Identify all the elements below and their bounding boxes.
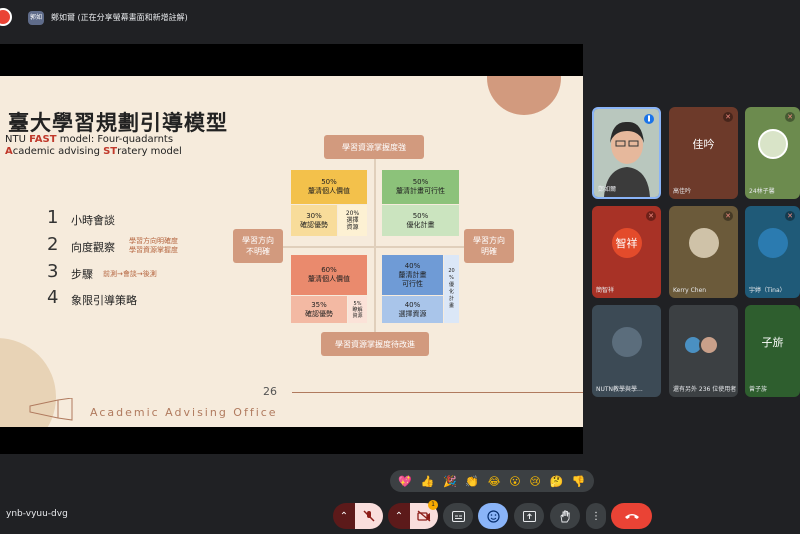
reaction-bar: 💖 👍 🎉 👏 😂 😮 😢 🤔 👎 bbox=[390, 470, 594, 492]
footer-divider bbox=[292, 392, 583, 393]
participant-name: 24林子馨 bbox=[749, 188, 775, 195]
participant-avatar bbox=[757, 227, 788, 258]
quadrant-br-sub: 40% 選擇資源 bbox=[382, 296, 443, 323]
participant-avatar bbox=[688, 227, 719, 258]
participant-name: 高佳吟 bbox=[673, 188, 692, 195]
others-count: 還有另外 236 位使用者 bbox=[673, 386, 737, 393]
end-call-icon bbox=[624, 514, 639, 519]
reaction-sparkling-heart[interactable]: 💖 bbox=[398, 475, 412, 488]
notification-badge: 1 bbox=[428, 500, 438, 510]
participant-tile[interactable]: ✕ 佳吟 高佳吟 bbox=[669, 107, 738, 199]
participant-avatar bbox=[611, 326, 642, 357]
mic-off-icon bbox=[363, 510, 375, 522]
participant-tile[interactable]: ✕ 宇婷（Tina） bbox=[745, 206, 800, 298]
reaction-thumbs-down[interactable]: 👎 bbox=[572, 475, 586, 488]
presentation-slide: 臺大學習規劃引導模型 NTU FAST model: Four-quadarnt… bbox=[0, 76, 583, 427]
meet-window: 郭如 鄭如爾 (正在分享螢幕畫面和新增註解) 臺大學習規劃引導模型 NTU FA… bbox=[0, 0, 800, 534]
video-options-button[interactable]: ⌃ bbox=[388, 503, 410, 529]
reaction-thumbs-up[interactable]: 👍 bbox=[421, 475, 435, 488]
presenter-avatar: 郭如 bbox=[28, 11, 44, 25]
megaphone-icon bbox=[29, 398, 73, 421]
participant-avatar: 子旂 bbox=[761, 335, 784, 349]
speaking-icon: ❚ bbox=[644, 114, 654, 124]
participant-name: 曾子旂 bbox=[749, 386, 768, 393]
participant-tile[interactable]: 子旂 曾子旂 bbox=[745, 305, 800, 397]
participant-tile[interactable]: ✕ 智祥 簡智祥 bbox=[592, 206, 661, 298]
horizontal-axis bbox=[258, 246, 478, 248]
participant-name: 宇婷（Tina） bbox=[749, 287, 786, 294]
participant-tile[interactable]: ✕ Kerry Chen bbox=[669, 206, 738, 298]
participant-avatar: 佳吟 bbox=[692, 137, 715, 151]
camera-off-icon bbox=[417, 510, 431, 522]
reaction-party[interactable]: 🎉 bbox=[443, 475, 457, 488]
quadrant-bl-main: 60% 釐清個人價值 bbox=[291, 255, 367, 295]
axis-label-top: 學習資源掌握度強 bbox=[324, 135, 424, 159]
captions-icon bbox=[451, 510, 465, 522]
slide-subtitle: Academic advising STratery model bbox=[5, 146, 182, 157]
footer-text: Academic Advising Office bbox=[90, 406, 278, 419]
mic-off-icon: ✕ bbox=[785, 112, 795, 122]
participant-avatar bbox=[757, 128, 788, 159]
axis-label-left: 學習方向 不明確 bbox=[233, 229, 283, 263]
hand-icon bbox=[560, 510, 570, 522]
reaction-clap[interactable]: 👏 bbox=[465, 475, 479, 488]
page-number: 26 bbox=[263, 385, 277, 398]
mic-off-icon: ✕ bbox=[723, 211, 733, 221]
axis-label-bottom: 學習資源掌握度待改進 bbox=[321, 332, 429, 356]
reaction-thinking[interactable]: 🤔 bbox=[550, 475, 564, 488]
reaction-surprised[interactable]: 😮 bbox=[509, 475, 520, 488]
top-banner: 郭如 鄭如爾 (正在分享螢幕畫面和新增註解) bbox=[0, 0, 800, 36]
quadrant-tr-main: 50% 釐清計畫可行性 bbox=[382, 170, 459, 204]
slide-title: 臺大學習規劃引導模型 bbox=[8, 111, 228, 135]
audio-options-button[interactable]: ⌃ bbox=[333, 503, 355, 529]
participant-group-tile[interactable]: 還有另外 236 位使用者 bbox=[669, 305, 738, 397]
quadrant-br-sub: 20 % 優 化 計 畫 bbox=[444, 255, 459, 323]
present-button[interactable] bbox=[514, 503, 544, 529]
decorative-circle bbox=[487, 76, 561, 115]
mic-toggle-button[interactable] bbox=[355, 503, 383, 529]
participant-tile[interactable]: ✕ 24林子馨 bbox=[745, 107, 800, 199]
participant-tile[interactable]: NUTN教學與學... bbox=[592, 305, 661, 397]
participant-name: 鄭如爾 bbox=[598, 186, 617, 193]
participant-tile[interactable]: ❚ 鄭如爾 bbox=[592, 107, 661, 199]
quadrant-bl-sub: 5% 瞭解 資源 bbox=[348, 296, 367, 323]
meeting-code: ynb-vyuu-dvg bbox=[6, 509, 68, 519]
slide-subtitle: NTU FAST model: Four-quadarnts bbox=[5, 134, 174, 145]
quadrant-bl-sub: 35% 確認優勢 bbox=[291, 296, 347, 323]
quadrant-tr-sub: 50% 優化計畫 bbox=[382, 205, 459, 236]
present-screen-icon bbox=[522, 510, 536, 522]
reactions-button[interactable] bbox=[478, 503, 508, 529]
presenting-status: 鄭如爾 (正在分享螢幕畫面和新增註解) bbox=[51, 13, 188, 22]
mic-off-icon: ✕ bbox=[785, 211, 795, 221]
participant-avatar: 智祥 bbox=[611, 227, 642, 258]
quadrant-tl-sub: 30% 確認優勢 bbox=[291, 205, 337, 236]
participant-name: Kerry Chen bbox=[673, 287, 707, 294]
quadrant-br-main: 40% 釐清計畫 可行性 bbox=[382, 255, 443, 295]
reaction-laugh[interactable]: 😂 bbox=[488, 475, 501, 488]
record-icon[interactable] bbox=[0, 8, 12, 26]
mic-off-icon: ✕ bbox=[723, 112, 733, 122]
mic-off-icon: ✕ bbox=[646, 211, 656, 221]
vertical-axis bbox=[374, 158, 376, 348]
captions-button[interactable] bbox=[443, 503, 473, 529]
participant-name: 簡智祥 bbox=[596, 287, 615, 294]
participant-avatar bbox=[699, 335, 719, 355]
more-options-button[interactable]: ⋮ bbox=[586, 503, 606, 529]
axis-label-right: 學習方向 明確 bbox=[464, 229, 514, 263]
quadrant-tl-main: 50% 釐清個人價值 bbox=[291, 170, 367, 204]
leave-call-button[interactable] bbox=[611, 503, 652, 529]
participant-name: NUTN教學與學... bbox=[596, 386, 643, 393]
reaction-sad[interactable]: 😢 bbox=[529, 475, 540, 488]
emoji-icon bbox=[486, 509, 500, 523]
quadrant-tl-sub: 20% 選擇 資源 bbox=[338, 205, 367, 236]
raise-hand-button[interactable] bbox=[550, 503, 580, 529]
